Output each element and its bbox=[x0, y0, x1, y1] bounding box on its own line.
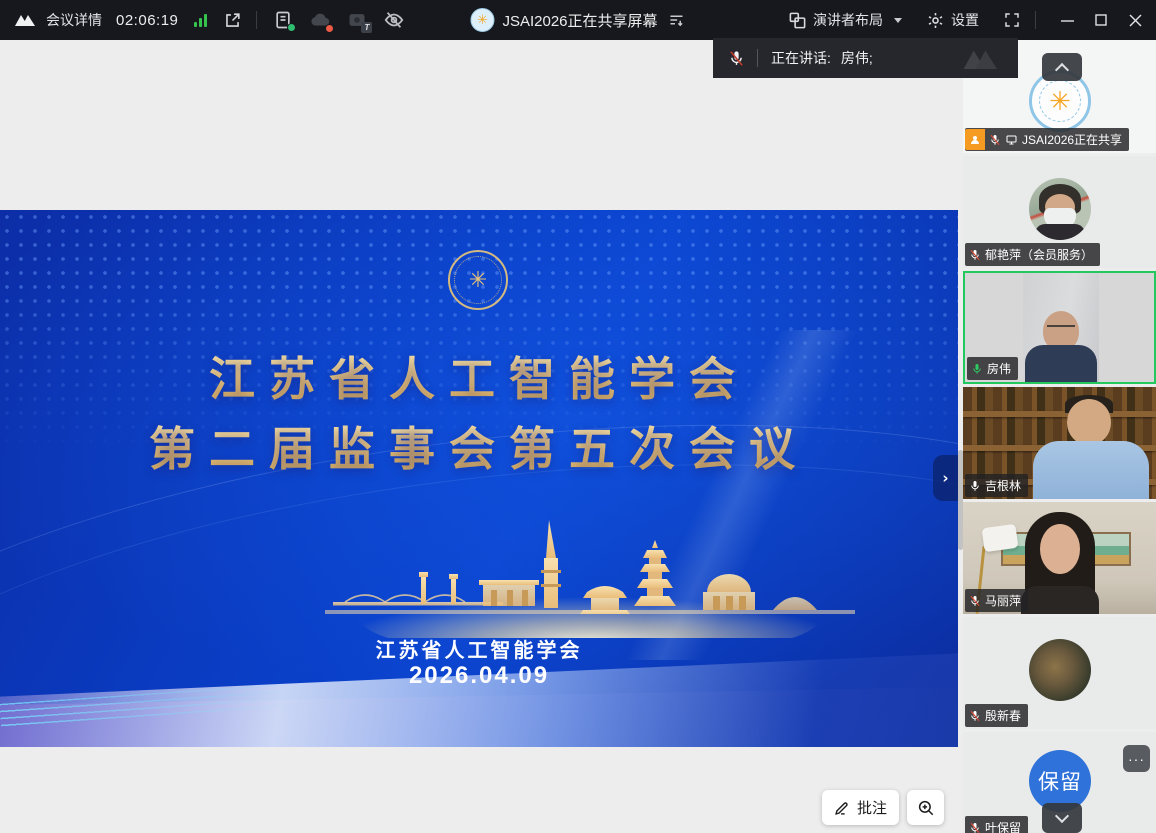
association-emblem: ✳ bbox=[448, 250, 508, 310]
slide-title-line1: 江苏省人工智能学会 bbox=[0, 343, 958, 409]
mic-muted-icon bbox=[969, 249, 981, 261]
settings-button[interactable]: 设置 bbox=[926, 10, 979, 30]
cloud-status-badge bbox=[325, 24, 334, 33]
annotate-button-label: 批注 bbox=[857, 797, 887, 818]
video-tile-participant-speaking[interactable]: 房伟 bbox=[963, 271, 1156, 384]
annotate-button[interactable]: 批注 bbox=[822, 790, 899, 825]
mic-muted-icon bbox=[728, 50, 745, 67]
doc-status-icon[interactable] bbox=[273, 10, 293, 30]
chevron-up-icon bbox=[1055, 62, 1069, 76]
city-skyline-graphic bbox=[325, 518, 855, 638]
participant-name: 房伟 bbox=[987, 360, 1011, 377]
video-tile-participant[interactable]: 郁艳萍（会员服务） bbox=[963, 156, 1156, 268]
share-tile-label: JSAI2026正在共享 bbox=[1022, 131, 1122, 148]
eye-hidden-icon[interactable] bbox=[383, 9, 405, 31]
collapse-panel-up-button[interactable] bbox=[1042, 53, 1082, 81]
video-tile-participant[interactable]: 吉根林 bbox=[963, 387, 1156, 499]
mic-muted-icon bbox=[969, 822, 981, 833]
layout-dropdown-label: 演讲者布局 bbox=[813, 10, 883, 30]
gear-icon bbox=[926, 11, 945, 30]
fullscreen-button[interactable] bbox=[1003, 11, 1021, 29]
tile-more-button[interactable]: ··· bbox=[1123, 745, 1150, 772]
participant-name-tag: 吉根林 bbox=[965, 474, 1028, 497]
mic-muted-icon bbox=[989, 134, 1001, 146]
screen-share-icon bbox=[1005, 134, 1018, 146]
participant-name: 马丽萍 bbox=[985, 592, 1021, 609]
magnifier-plus-icon bbox=[917, 799, 935, 817]
avatar-text: 保留 bbox=[1038, 766, 1082, 796]
pen-icon bbox=[834, 799, 851, 816]
maximize-button[interactable] bbox=[1084, 0, 1118, 40]
mic-muted-icon bbox=[969, 710, 981, 722]
host-person-icon bbox=[965, 129, 985, 150]
toolbar-divider bbox=[256, 11, 257, 29]
chevron-down-icon bbox=[894, 18, 902, 23]
participant-name-tag: 叶保留 bbox=[965, 816, 1028, 833]
share-status-title: JSAI2026正在共享屏幕 bbox=[502, 10, 657, 31]
mic-muted-icon bbox=[969, 595, 981, 607]
participant-name: 殷新春 bbox=[985, 707, 1021, 724]
chevron-down-icon bbox=[1055, 808, 1069, 822]
minimize-button[interactable] bbox=[1050, 0, 1084, 40]
record-status-badge: T bbox=[361, 22, 372, 33]
participant-name: 叶保留 bbox=[985, 819, 1021, 833]
video-tile-participant[interactable]: 殷新春 bbox=[963, 617, 1156, 729]
toast-divider bbox=[757, 49, 758, 67]
mic-on-icon bbox=[969, 480, 981, 492]
sharer-avatar: ✳ bbox=[470, 8, 494, 32]
scroll-panel-down-button[interactable] bbox=[1042, 803, 1082, 833]
meeting-window: 会议详情 02:06:19 bbox=[0, 0, 1156, 833]
participant-name-tag: 殷新春 bbox=[965, 704, 1028, 727]
watermark-logo-icon bbox=[956, 44, 1008, 74]
participant-name-tag: 马丽萍 bbox=[965, 589, 1028, 612]
participant-avatar bbox=[1029, 639, 1091, 701]
fullscreen-icon bbox=[1003, 11, 1021, 29]
speaking-names: 房伟; bbox=[841, 48, 873, 68]
participant-name: 吉根林 bbox=[985, 477, 1021, 494]
meeting-timer: 02:06:19 bbox=[116, 12, 178, 29]
shared-screen-slide: ✳ 江苏省人工智能学会 第二届监事会第五次会议 bbox=[0, 210, 958, 747]
cloud-status-icon[interactable] bbox=[309, 9, 331, 31]
video-tile-participant[interactable]: 保留 ··· 叶保留 bbox=[963, 732, 1156, 833]
doc-status-badge bbox=[287, 23, 296, 32]
share-tile-name-tag: JSAI2026正在共享 bbox=[965, 128, 1129, 151]
settings-button-label: 设置 bbox=[951, 10, 979, 30]
participant-name-tag: 郁艳萍（会员服务） bbox=[965, 243, 1100, 266]
record-status-icon[interactable]: T bbox=[347, 10, 367, 30]
toolbar-divider bbox=[1035, 11, 1036, 29]
meeting-details-button[interactable]: 会议详情 bbox=[46, 10, 102, 30]
sidebar-collapse-handle[interactable]: › bbox=[933, 455, 958, 501]
mic-active-icon bbox=[971, 363, 983, 375]
slide-footer-date: 2026.04.09 bbox=[0, 662, 958, 690]
close-button[interactable] bbox=[1118, 0, 1152, 40]
meeting-app-logo-icon bbox=[13, 11, 39, 29]
titlebar: 会议详情 02:06:19 bbox=[0, 0, 1156, 40]
layout-icon bbox=[788, 11, 807, 30]
layout-dropdown[interactable]: 演讲者布局 bbox=[788, 10, 902, 30]
participant-avatar bbox=[1029, 178, 1091, 240]
participant-name-tag: 房伟 bbox=[967, 357, 1018, 380]
open-external-icon[interactable] bbox=[223, 11, 242, 30]
switch-share-source-icon[interactable] bbox=[668, 11, 686, 29]
slide-title-line2: 第二届监事会第五次会议 bbox=[0, 413, 958, 479]
slide-footer-org: 江苏省人工智能学会 bbox=[0, 634, 958, 663]
video-tile-participant[interactable]: 马丽萍 bbox=[963, 502, 1156, 614]
speaking-toast: 正在讲话: 房伟; bbox=[713, 38, 1018, 78]
participant-name: 郁艳萍（会员服务） bbox=[985, 246, 1093, 263]
network-signal-icon[interactable] bbox=[194, 13, 207, 27]
zoom-in-button[interactable] bbox=[907, 790, 944, 825]
speaking-label: 正在讲话: bbox=[771, 48, 831, 68]
